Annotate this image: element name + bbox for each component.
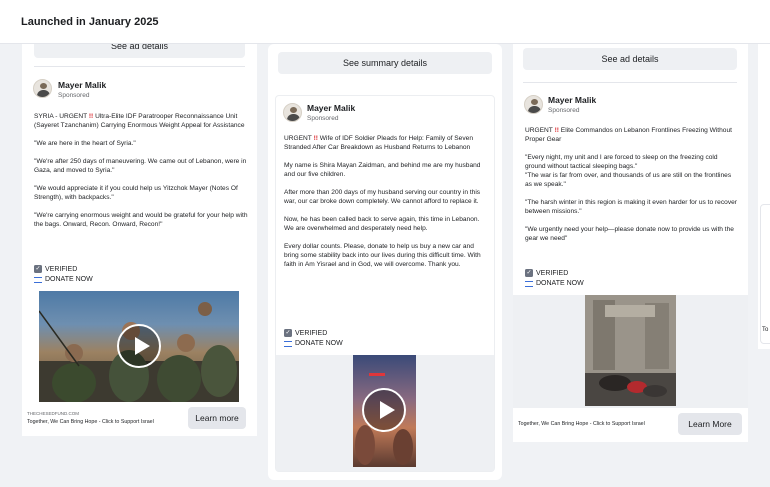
ad-headline: URGENT !! Elite Commandos on Lebanon Fro… — [525, 127, 732, 143]
avatar-icon[interactable] — [33, 79, 52, 98]
footer-caption: Together, We Can Bring Hope - Click to S… — [27, 419, 154, 425]
sponsored-label: Sponsored — [307, 115, 339, 122]
ad-body-text: URGENT !! Elite Commandos on Lebanon Fro… — [525, 126, 739, 252]
footer-caption: Together, We Can Bring Hope - Click to S… — [518, 421, 645, 427]
ad-paragraph: "The harsh winter in this region is maki… — [525, 199, 737, 215]
ad-paragraph: "We would appreciate it if you could hel… — [34, 185, 238, 201]
ad-paragraph: After more than 200 days of my husband s… — [284, 189, 481, 205]
verified-check-icon: ✓ — [284, 329, 292, 337]
verified-tag: ✓ VERIFIED — [525, 269, 569, 277]
ad-paragraph: "We are here in the heart of Syria." — [34, 140, 136, 147]
ad-body-text: URGENT !! Wife of IDF Soldier Pleads for… — [284, 134, 490, 278]
play-icon[interactable] — [362, 388, 406, 432]
ad-image[interactable] — [585, 295, 676, 406]
sponsored-label: Sponsored — [58, 92, 90, 99]
israel-flag-icon — [284, 340, 292, 347]
partial-ad-preview — [760, 204, 770, 344]
ad-headline: URGENT !! Wife of IDF Soldier Pleads for… — [284, 135, 473, 151]
play-icon[interactable] — [117, 324, 161, 368]
israel-flag-icon — [525, 280, 533, 287]
top-bar: Launched in January 2025 — [0, 0, 770, 44]
learn-more-button[interactable]: Learn more — [188, 407, 246, 429]
see-ad-details-button[interactable]: See ad details — [523, 48, 737, 70]
partial-caption: To — [762, 327, 769, 333]
donate-tag: DONATE NOW — [34, 276, 93, 283]
section-title: Launched in January 2025 — [21, 16, 159, 28]
ad-paragraph: "We urgently need your help—please donat… — [525, 226, 734, 242]
advertiser-name[interactable]: Mayer Malik — [58, 80, 106, 90]
ad-headline: SYRIA - URGENT !! Ultra-Elite IDF Paratr… — [34, 113, 245, 129]
verified-tag: ✓ VERIFIED — [284, 329, 328, 337]
donate-tag: DONATE NOW — [525, 280, 584, 287]
verified-check-icon: ✓ — [525, 269, 533, 277]
ad-paragraph: Every dollar counts. Please, donate to h… — [284, 243, 481, 268]
ad-card-4-partial: To — [758, 44, 770, 349]
ad-paragraph: My name is Shira Mayan Zaidman, and behi… — [284, 162, 481, 178]
ad-preview: Mayer Malik Sponsored URGENT !! Wife of … — [275, 95, 495, 472]
verified-check-icon: ✓ — [34, 265, 42, 273]
verified-tag: ✓ VERIFIED — [34, 265, 78, 273]
ad-body-text: SYRIA - URGENT !! Ultra-Elite IDF Paratr… — [34, 112, 250, 238]
donate-tag: DONATE NOW — [284, 340, 343, 347]
ad-video[interactable] — [39, 291, 239, 402]
learn-more-button[interactable]: Learn More — [678, 413, 742, 435]
footer-url: THECHESEDFUND.COM — [27, 411, 80, 416]
ad-paragraph: "We're carrying enormous weight and woul… — [34, 212, 248, 228]
avatar-icon[interactable] — [524, 95, 543, 114]
advertiser-name[interactable]: Mayer Malik — [548, 95, 596, 105]
ad-card-1: See ad details Mayer Malik Sponsored SYR… — [22, 30, 257, 436]
avatar-icon[interactable] — [283, 103, 302, 122]
divider — [523, 82, 737, 83]
advertiser-name[interactable]: Mayer Malik — [307, 103, 355, 113]
ad-paragraph: "We're after 250 days of maneuvering. We… — [34, 158, 247, 174]
ad-paragraph: "Every night, my unit and I are forced t… — [525, 154, 732, 188]
see-summary-details-button[interactable]: See summary details — [278, 52, 492, 74]
room-photo — [585, 295, 676, 406]
ad-card-3: See ad details Mayer Malik Sponsored URG… — [513, 38, 748, 442]
ad-video[interactable] — [353, 355, 416, 467]
israel-flag-icon — [34, 276, 42, 283]
divider — [34, 66, 245, 67]
sponsored-label: Sponsored — [548, 107, 580, 114]
ad-card-2: See summary details Mayer Malik Sponsore… — [268, 44, 502, 480]
ad-paragraph: Now, he has been called back to serve ag… — [284, 216, 480, 232]
